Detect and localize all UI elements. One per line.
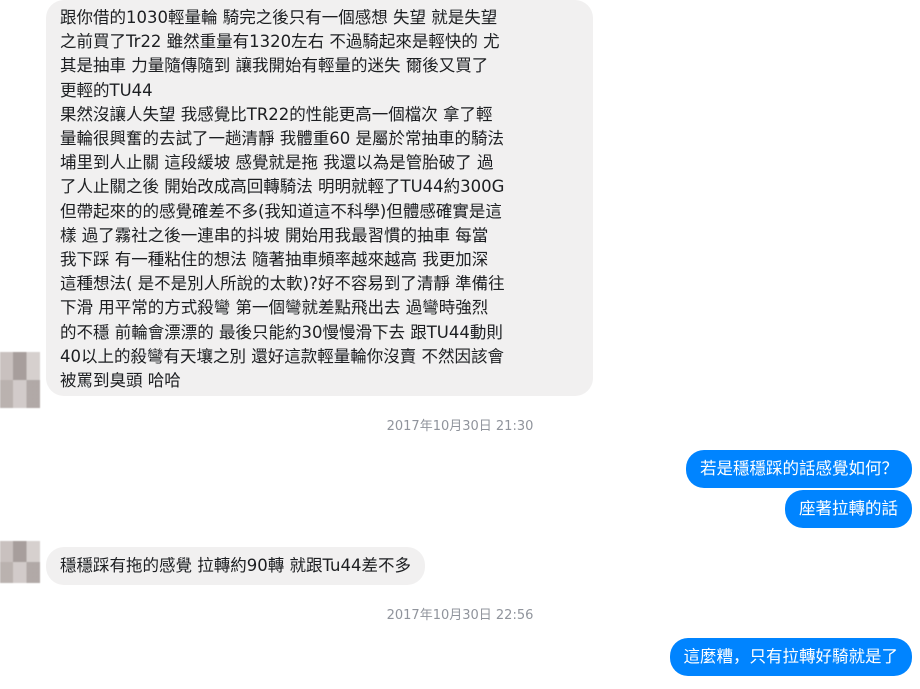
message-line: 更輕的TU44 <box>60 80 153 100</box>
message-line: 跟你借的1030輕量輪 騎完之後只有一個感想 失望 就是失望 <box>60 8 498 27</box>
incoming-message-bubble: 跟你借的1030輕量輪 騎完之後只有一個感想 失望 就是失望 之前買了Tr22 … <box>46 0 593 396</box>
message-line: 其是抽車 力量隨傳隨到 讓我開始有輕量的迷失 爾後又買了 <box>60 56 489 76</box>
message-line: 穩穩踩有拖的感覺 拉轉約90轉 就跟Tu44差不多 <box>60 556 412 575</box>
incoming-message-bubble: 穩穩踩有拖的感覺 拉轉約90轉 就跟Tu44差不多 <box>46 547 426 585</box>
message-timestamp: 2017年10月30日 22:56 <box>386 608 534 623</box>
message-line: 樣 過了霧社之後一連串的抖坡 開始用我最習慣的抽車 每當 <box>60 225 489 245</box>
avatar[interactable] <box>0 541 40 583</box>
outgoing-message-bubble: 若是穩穩踩的話感覺如何？ <box>686 450 912 488</box>
message-line: 但帶起來的的感覺確差不多(我知道這不科學)但體感確實是這 <box>60 201 502 221</box>
message-line: 下滑 用平常的方式殺彎 第一個彎就差點飛出去 過彎時強烈 <box>60 298 489 318</box>
message-line: 40以上的殺彎有天壤之別 還好這款輕量輪你沒賣 不然因該會 <box>60 346 504 366</box>
message-line: 果然沒讓人失望 我感覺比TR22的性能更高一個檔次 拿了輕 <box>60 104 493 124</box>
message-line: 之前買了Tr22 雖然重量有1320左右 不過騎起來是輕快的 尤 <box>60 32 500 52</box>
avatar[interactable] <box>0 352 40 408</box>
message-line: 了人止關之後 開始改成高回轉騎法 明明就輕了TU44約300G <box>60 177 505 197</box>
message-timestamp: 2017年10月30日 21:30 <box>386 419 534 434</box>
outgoing-message-bubble: 座著拉轉的話 <box>785 490 912 528</box>
message-line: 被罵到臭頭 哈哈 <box>60 371 181 391</box>
outgoing-message-bubble: 這麼糟，只有拉轉好騎就是了 <box>669 638 912 676</box>
message-line: 這種想法( 是不是別人所說的太軟)?好不容易到了清靜 準備往 <box>60 274 505 294</box>
message-line: 埔里到人止關 這段緩坡 感覺就是拖 我還以為是管胎破了 過 <box>60 153 494 173</box>
message-line: 的不穩 前輪會漂漂的 最後只能約30慢慢滑下去 跟TU44動則 <box>60 322 503 342</box>
message-line: 量輪很興奮的去試了一趟清靜 我體重60 是屬於常抽車的騎法 <box>60 129 504 149</box>
message-line: 我下踩 有一種粘住的想法 隨著抽車頻率越來越高 我更加深 <box>60 250 489 270</box>
